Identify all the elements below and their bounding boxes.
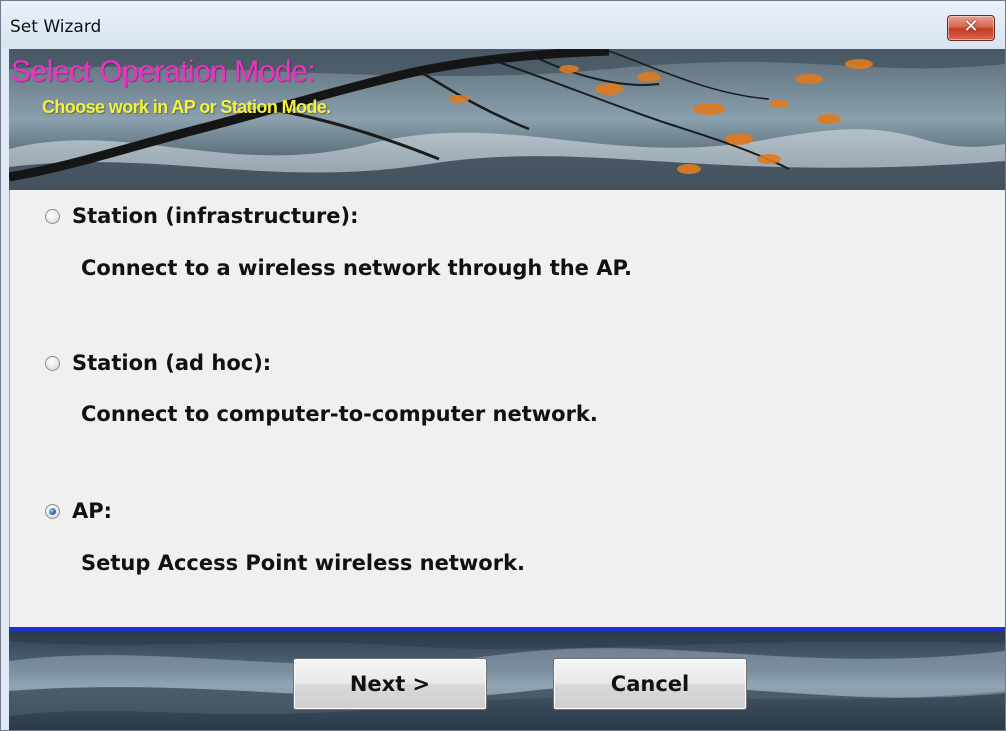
- radio-station-ad-hoc[interactable]: [45, 355, 60, 371]
- banner-title: Select Operation Mode:: [11, 55, 316, 88]
- option-station-infrastructure[interactable]: Station (infrastructure):: [45, 204, 359, 228]
- next-button-label: Next >: [349, 672, 431, 696]
- footer-scenery: [9, 631, 1005, 730]
- radio-ap[interactable]: [45, 503, 60, 519]
- option-description: Setup Access Point wireless network.: [81, 551, 526, 575]
- title-bar: Set Wizard ✕: [1, 1, 1005, 49]
- cancel-button-label: Cancel: [610, 672, 690, 696]
- option-ap[interactable]: AP:: [45, 499, 112, 523]
- cancel-button[interactable]: Cancel: [553, 658, 747, 710]
- option-description: Connect to computer-to-computer network.: [81, 402, 598, 426]
- close-icon: ✕: [963, 16, 979, 37]
- option-label: Station (ad hoc):: [72, 351, 272, 375]
- option-label: Station (infrastructure):: [72, 204, 359, 228]
- set-wizard-window: Set Wizard ✕ Select Operation Mode: Choo…: [0, 0, 1006, 731]
- window-title: Set Wizard: [10, 17, 102, 37]
- radio-station-infrastructure[interactable]: [45, 208, 60, 224]
- option-label: AP:: [72, 499, 113, 523]
- operation-mode-options: Station (infrastructure): Connect to a w…: [9, 190, 1004, 627]
- banner-subtitle: Choose work in AP or Station Mode.: [42, 97, 331, 117]
- option-station-ad-hoc[interactable]: Station (ad hoc):: [45, 351, 271, 375]
- option-description: Connect to a wireless network through th…: [81, 256, 633, 280]
- close-button[interactable]: ✕: [947, 15, 995, 41]
- next-button[interactable]: Next >: [293, 658, 487, 710]
- header-banner-image: Select Operation Mode: Choose work in AP…: [9, 49, 1005, 190]
- footer-banner-image: Next > Cancel: [9, 631, 1005, 730]
